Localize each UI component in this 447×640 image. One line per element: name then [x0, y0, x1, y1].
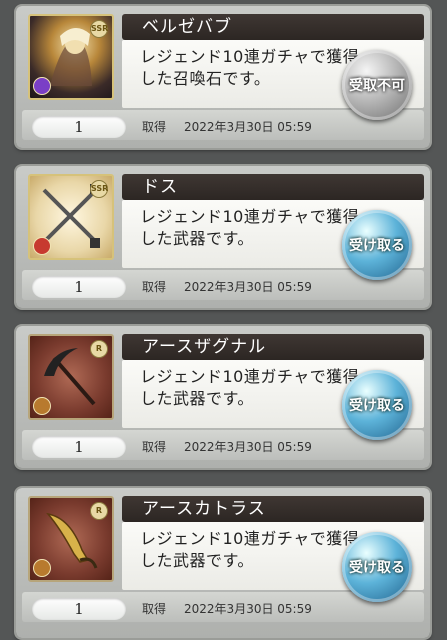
item-name: アースザグナル [142, 337, 267, 357]
present-list: SSR ベルゼバブ レジェンド10連ガチャで獲得した召喚石です。 1 取得 202… [0, 0, 447, 640]
rarity-badge: SSR [90, 20, 108, 38]
present-card: SSR ドス レジェンド10連ガチャで獲得した武器です。 1 取得 2022年3月… [16, 166, 430, 308]
receive-button[interactable]: 受け取る [342, 210, 412, 280]
receive-button[interactable]: 受け取る [342, 532, 412, 602]
acquired-info: 取得 2022年3月30日 05:59 [142, 438, 312, 456]
pickaxe-icon[interactable]: R [28, 334, 114, 420]
acquired-label: 取得 [142, 280, 167, 294]
item-description: レジェンド10連ガチャで獲得した武器です。 [140, 207, 360, 248]
acquired-label: 取得 [142, 120, 167, 134]
item-description: レジェンド10連ガチャで獲得した武器です。 [140, 529, 360, 570]
quantity-field: 1 [32, 598, 126, 620]
acquired-info: 取得 2022年3月30日 05:59 [142, 600, 312, 618]
acquired-date: 2022年3月30日 05:59 [184, 280, 312, 294]
quantity-field: 1 [32, 116, 126, 138]
item-description: レジェンド10連ガチャで獲得した武器です。 [140, 367, 360, 408]
acquired-date: 2022年3月30日 05:59 [184, 440, 312, 454]
acquired-info: 取得 2022年3月30日 05:59 [142, 118, 312, 136]
acquired-label: 取得 [142, 440, 167, 454]
quantity-field: 1 [32, 276, 126, 298]
cutlass-icon[interactable]: R [28, 496, 114, 582]
item-name: アースカトラス [142, 499, 266, 519]
element-icon [33, 559, 51, 577]
summon-portrait-icon[interactable]: SSR [28, 14, 114, 100]
item-description: レジェンド10連ガチャで獲得した召喚石です。 [140, 47, 360, 88]
item-name: ドス [142, 177, 178, 197]
acquired-label: 取得 [142, 602, 167, 616]
receive-disabled-button[interactable]: 受取不可 [342, 50, 412, 120]
acquired-info: 取得 2022年3月30日 05:59 [142, 278, 312, 296]
acquired-date: 2022年3月30日 05:59 [184, 602, 312, 616]
present-card: R アースザグナル レジェンド10連ガチャで獲得した武器です。 1 取得 2022… [16, 326, 430, 468]
receive-button[interactable]: 受け取る [342, 370, 412, 440]
element-icon [33, 237, 51, 255]
rarity-badge: SSR [90, 180, 108, 198]
acquired-date: 2022年3月30日 05:59 [184, 120, 312, 134]
rarity-badge: R [90, 502, 108, 520]
present-card: R アースカトラス レジェンド10連ガチャで獲得した武器です。 1 取得 2022… [16, 488, 430, 638]
item-name: ベルゼバブ [142, 17, 232, 37]
rarity-badge: R [90, 340, 108, 358]
present-card: SSR ベルゼバブ レジェンド10連ガチャで獲得した召喚石です。 1 取得 202… [16, 6, 430, 148]
crossed-blades-icon[interactable]: SSR [28, 174, 114, 260]
element-icon [33, 77, 51, 95]
element-icon [33, 397, 51, 415]
quantity-field: 1 [32, 436, 126, 458]
